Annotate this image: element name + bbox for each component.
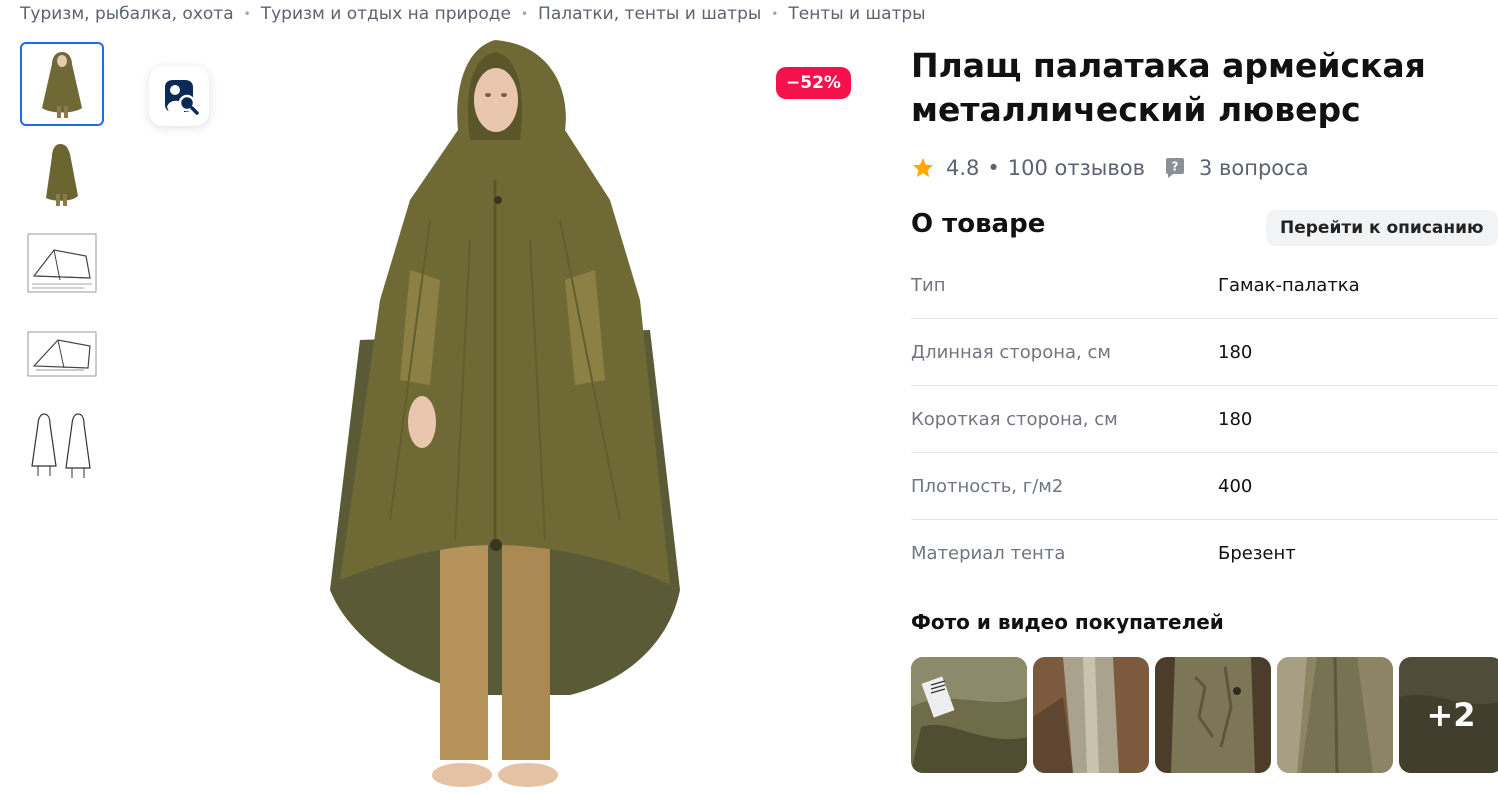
spec-value: 180 — [1218, 341, 1253, 363]
customer-media-title: Фото и видео покупателей — [911, 610, 1224, 634]
breadcrumb-separator: • — [771, 7, 779, 21]
gallery-thumbnail[interactable] — [20, 222, 104, 306]
spec-name: Тип — [911, 274, 946, 296]
image-search-icon — [165, 80, 199, 115]
cape-front-photo — [42, 52, 82, 118]
customer-photo[interactable] — [1277, 657, 1393, 773]
reviews-link[interactable]: 100 отзывов — [1008, 156, 1145, 180]
gallery-thumbnail[interactable] — [20, 132, 104, 216]
question-icon: ? — [1165, 158, 1184, 178]
discount-badge: −52% — [776, 67, 851, 99]
cape-hanging-photo — [1277, 657, 1393, 773]
breadcrumb-item[interactable]: Тенты и шатры — [788, 4, 925, 24]
product-main-image[interactable] — [240, 40, 800, 796]
star-icon — [913, 158, 933, 177]
image-search-button[interactable] — [149, 66, 209, 126]
breadcrumb-separator: • — [520, 7, 529, 21]
rating-value: 4.8 — [946, 156, 980, 180]
tent-sketch-1 — [27, 233, 97, 293]
customer-media-row: +2 — [911, 657, 1498, 773]
spec-value: Гамак-палатка — [1218, 274, 1360, 296]
spec-name: Длинная сторона, см — [911, 341, 1111, 363]
spec-value: 180 — [1218, 408, 1253, 430]
cape-side-photo — [46, 144, 78, 206]
questions-link[interactable]: 3 вопроса — [1199, 156, 1309, 180]
spec-row: Длинная сторона, см 180 — [911, 319, 1498, 386]
more-photos-count: +2 — [1426, 696, 1476, 734]
breadcrumb-item[interactable]: Туризм, рыбалка, охота — [20, 4, 234, 24]
gallery-thumbnail[interactable] — [20, 402, 104, 486]
tent-sketch-2 — [27, 331, 97, 377]
cape-fabric-photo — [1155, 657, 1271, 773]
spec-row: Плотность, г/м2 400 — [911, 453, 1498, 520]
packaged-cape-photo — [911, 657, 1027, 773]
spec-name: Материал тента — [911, 543, 1066, 564]
breadcrumb: Туризм, рыбалка, охота • Туризм и отдых … — [20, 2, 926, 26]
spec-value: Брезент — [1218, 543, 1296, 564]
spec-row: Короткая сторона, см 180 — [911, 386, 1498, 453]
spec-name: Плотность, г/м2 — [911, 475, 1064, 497]
goto-description-button[interactable]: Перейти к описанию — [1266, 210, 1498, 246]
specs-table: Тип Гамак-палатка Длинная сторона, см 18… — [911, 252, 1498, 587]
rating-row: 4.8 • 100 отзывов ? 3 вопроса — [911, 152, 1309, 184]
breadcrumb-item[interactable]: Палатки, тенты и шатры — [538, 4, 761, 24]
gallery-thumbnails — [20, 42, 104, 492]
spec-name: Короткая сторона, см — [911, 408, 1118, 430]
spec-value: 400 — [1218, 475, 1253, 497]
breadcrumb-separator: • — [243, 7, 251, 21]
svg-text:?: ? — [1172, 160, 1179, 174]
cape-sketch — [31, 413, 91, 478]
spec-row: Тип Гамак-палатка — [911, 252, 1498, 319]
customer-photo[interactable] — [911, 657, 1027, 773]
customer-photo[interactable] — [1033, 657, 1149, 773]
army-cape-photo — [330, 40, 680, 787]
about-title: О товаре — [911, 209, 1046, 239]
customer-photo-more[interactable]: +2 — [1399, 657, 1498, 773]
breadcrumb-item[interactable]: Туризм и отдых на природе — [261, 4, 511, 24]
gallery-thumbnail[interactable] — [20, 312, 104, 396]
customer-photo[interactable] — [1155, 657, 1271, 773]
gallery-thumbnail[interactable] — [20, 42, 104, 126]
product-title: Плащ палатака армейская металлический лю… — [911, 46, 1426, 129]
spec-row: Материал тента Брезент — [911, 520, 1498, 587]
goto-description-label: Перейти к описанию — [1280, 218, 1484, 238]
folded-cape-photo — [1033, 657, 1149, 773]
rating-separator: • — [987, 156, 1000, 180]
